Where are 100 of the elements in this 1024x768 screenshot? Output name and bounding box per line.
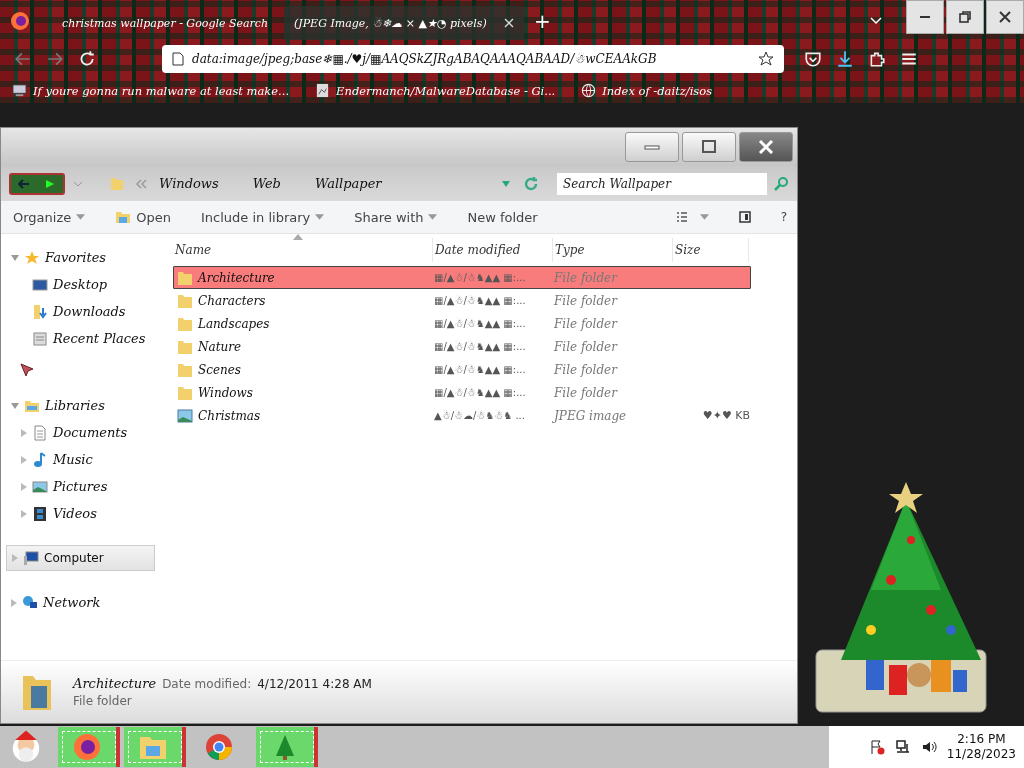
file-name: Christmas <box>198 408 261 423</box>
tab-list-icon[interactable] <box>870 17 882 25</box>
volume-icon[interactable] <box>920 739 937 755</box>
bookmark[interactable]: If youre gonna run malware at least make... <box>12 83 290 98</box>
type-cell-text: JPEG image <box>554 408 628 423</box>
taskbar-app[interactable] <box>58 727 120 767</box>
date-value: 4/12/2011 4:28 AM <box>257 677 372 691</box>
forward-arrow-icon <box>44 178 56 189</box>
action-center-flag-icon[interactable] <box>868 739 885 755</box>
tab-title: (JPEG Image, ☃❄☁ × ▲★◔ pixels) <box>294 16 488 30</box>
taskbar-app[interactable] <box>256 727 318 767</box>
date-cell-text: ▦/▲☃/☃♞▲▲ ▦:... <box>434 387 527 398</box>
column-header[interactable]: Size <box>673 238 749 262</box>
toolbar-button[interactable]: New folder <box>467 209 538 225</box>
nav-item[interactable]: Pictures <box>1 473 165 500</box>
nav-item[interactable]: Downloads <box>1 298 165 325</box>
nav-item[interactable]: Recent Places <box>1 325 165 352</box>
close-button[interactable] <box>986 0 1024 34</box>
minimize-icon <box>919 16 931 18</box>
toolbar-button[interactable]: Organize <box>13 209 86 225</box>
chrome-icon <box>204 732 234 762</box>
close-icon[interactable] <box>504 18 514 28</box>
file-row[interactable]: Architecture ▦/▲☃/☃♞▲▲ ▦:... File folder <box>173 266 751 289</box>
toolbar-button[interactable]: Share with <box>354 209 438 225</box>
bookmark[interactable]: Index of -daitz/isos <box>581 83 713 98</box>
music-note-icon <box>32 451 48 468</box>
firefox-icon[interactable] <box>10 11 30 31</box>
file-name: Characters <box>198 293 266 308</box>
file-row[interactable]: Landscapes ▦/▲☃/☃♞▲▲ ▦:... File folder <box>173 312 751 335</box>
nav-item[interactable]: Computer <box>6 545 155 571</box>
type-cell-text: File folder <box>554 316 619 331</box>
pocket-icon[interactable] <box>804 50 822 68</box>
toolbar-button[interactable]: Include in library <box>201 209 325 225</box>
new-tab-button[interactable]: + <box>534 9 551 33</box>
date-label: Date modified: <box>162 677 252 691</box>
nav-item[interactable]: Documents <box>1 419 165 446</box>
breadcrumb-item[interactable]: Web <box>252 176 281 191</box>
reload-icon[interactable] <box>78 50 96 68</box>
breadcrumb-item[interactable]: Wallpaper <box>314 176 382 191</box>
file-name: Architecture <box>198 270 275 285</box>
folder-icon <box>109 175 125 192</box>
search-field[interactable]: Search Wallpaper <box>557 172 767 195</box>
nav-item[interactable]: Libraries <box>1 392 165 419</box>
browser-tab[interactable]: (JPEG Image, ☃❄☁ × ▲★◔ pixels) <box>284 6 524 40</box>
expander-icon[interactable] <box>11 254 19 261</box>
film-icon <box>32 505 48 522</box>
file-type: File folder <box>73 694 133 708</box>
star-icon[interactable] <box>758 51 774 67</box>
network-icon[interactable] <box>894 739 911 755</box>
forward-icon[interactable] <box>46 50 64 68</box>
preview-pane-icon[interactable] <box>738 211 751 223</box>
size-cell-text: ♥✦♥ KB <box>701 409 750 422</box>
url-field[interactable]: data:image/jpeg;base❄▦./♥j/▦AAQSkZJRgABAQAAAQABAAD/☃wCEAAkGB <box>162 45 784 73</box>
tab-title: christmas wallpaper - Google Search <box>62 16 269 30</box>
sort-arrow-icon <box>293 234 303 240</box>
column-header[interactable]: Type <box>553 238 673 262</box>
file-name: Scenes <box>198 362 242 377</box>
nav-item[interactable]: Videos <box>1 500 165 527</box>
expander-icon[interactable] <box>11 402 19 409</box>
globe-icon <box>581 83 597 98</box>
download-folder-icon <box>32 303 48 320</box>
back-icon[interactable] <box>14 50 32 68</box>
type-cell-text: File folder <box>554 339 619 354</box>
caret-icon <box>76 214 86 220</box>
taskbar-app[interactable] <box>124 727 186 767</box>
caret-icon <box>428 214 438 220</box>
file-row[interactable]: Windows ▦/▲☃/☃♞▲▲ ▦:... File folder <box>173 381 751 404</box>
date-cell-text: ▦/▲☃/☃♞▲▲ ▦:... <box>434 318 527 329</box>
close-button[interactable] <box>739 132 793 162</box>
column-header[interactable]: Date modified <box>433 238 553 262</box>
date-cell-text: ▦/▲☃/☃♞▲▲ ▦:... <box>434 295 527 306</box>
extensions-icon[interactable] <box>868 50 886 68</box>
nav-item[interactable]: Network <box>1 589 165 616</box>
file-row[interactable]: Christmas ▲☃/☃☁/☃♞☃♞ ... JPEG image ♥✦♥ KB <box>173 404 751 427</box>
date-cell-text: ▦/▲☃/☃♞▲▲ ▦:... <box>434 341 527 352</box>
folder-icon <box>177 361 193 378</box>
caret-icon <box>315 214 325 220</box>
close-icon <box>756 140 776 154</box>
help-button[interactable]: ? <box>780 210 787 224</box>
file-name: Architecture <box>73 676 157 691</box>
type-cell-text: File folder <box>554 385 619 400</box>
nav-item[interactable]: Desktop <box>1 271 165 298</box>
file-row[interactable]: Characters ▦/▲☃/☃♞▲▲ ▦:... File folder <box>173 289 751 312</box>
download-icon[interactable] <box>836 50 854 68</box>
maximize-button[interactable] <box>682 132 736 162</box>
file-row[interactable]: Scenes ▦/▲☃/☃♞▲▲ ▦:... File folder <box>173 358 751 381</box>
toolbar-button[interactable]: Open <box>115 209 171 225</box>
bookmark[interactable]: Endermanch/MalwareDatabase - Gi... <box>315 83 556 98</box>
folder-icon <box>115 209 132 225</box>
browser-tab[interactable]: christmas wallpaper - Google Search <box>44 6 284 40</box>
nav-item[interactable]: Favorites <box>1 244 165 271</box>
restore-button[interactable] <box>946 0 984 34</box>
breadcrumb-item[interactable]: Windows <box>159 176 219 191</box>
view-icon[interactable] <box>675 212 688 222</box>
nav-item[interactable]: Music <box>1 446 165 473</box>
folder-icon <box>177 269 193 286</box>
recent-places-icon <box>32 330 48 347</box>
caret-icon[interactable] <box>699 214 709 220</box>
folder-icon <box>177 338 193 355</box>
file-row[interactable]: Nature ▦/▲☃/☃♞▲▲ ▦:... File folder <box>173 335 751 358</box>
